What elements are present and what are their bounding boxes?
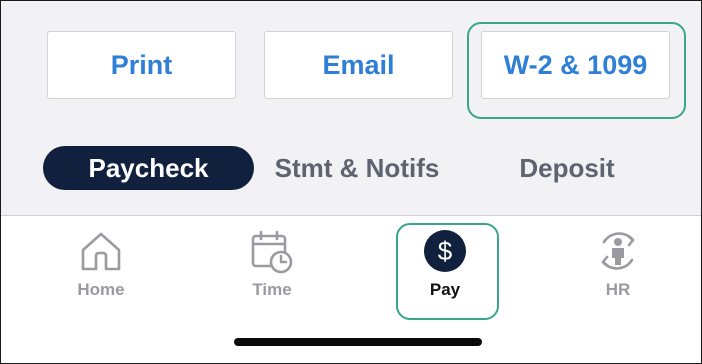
email-button-label: Email	[322, 49, 395, 80]
print-button[interactable]: Print	[47, 31, 236, 99]
tab-stmt-notifs[interactable]: Stmt & Notifs	[263, 146, 451, 190]
calendar-clock-icon	[251, 230, 293, 274]
tab-deposit-label: Deposit	[519, 152, 615, 183]
dollar-circle-icon: $	[424, 230, 466, 272]
nav-item-pay-label: Pay	[429, 280, 461, 299]
nav-item-hr-label: HR	[605, 280, 631, 299]
nav-item-hr[interactable]: HR	[563, 216, 673, 316]
nav-item-home-label: Home	[77, 280, 125, 299]
nav-item-time-label: Time	[252, 280, 292, 299]
tab-stmt-notifs-label: Stmt & Notifs	[274, 152, 440, 183]
w2-1099-button-label: W-2 & 1099	[503, 49, 648, 80]
pay-segmented-tabs: Paycheck Stmt & Notifs Deposit	[1, 141, 701, 195]
tab-deposit[interactable]: Deposit	[495, 146, 639, 190]
nav-item-home[interactable]: Home	[46, 216, 156, 316]
paycheck-actions-bar: Print Email W-2 & 1099	[1, 1, 701, 131]
svg-text:$: $	[438, 236, 453, 266]
person-sync-icon	[601, 232, 635, 270]
tab-paycheck[interactable]: Paycheck	[43, 146, 254, 190]
home-icon	[81, 232, 121, 271]
nav-item-pay[interactable]: $ Pay	[390, 216, 500, 316]
print-button-label: Print	[110, 49, 173, 80]
home-indicator[interactable]	[234, 338, 482, 346]
email-button[interactable]: Email	[264, 31, 453, 99]
tab-paycheck-label: Paycheck	[88, 152, 209, 183]
screen-frame: Print Email W-2 & 1099 Paycheck Stmt & N…	[0, 0, 702, 364]
nav-item-time[interactable]: Time	[217, 216, 327, 316]
w2-1099-button[interactable]: W-2 & 1099	[481, 31, 670, 99]
